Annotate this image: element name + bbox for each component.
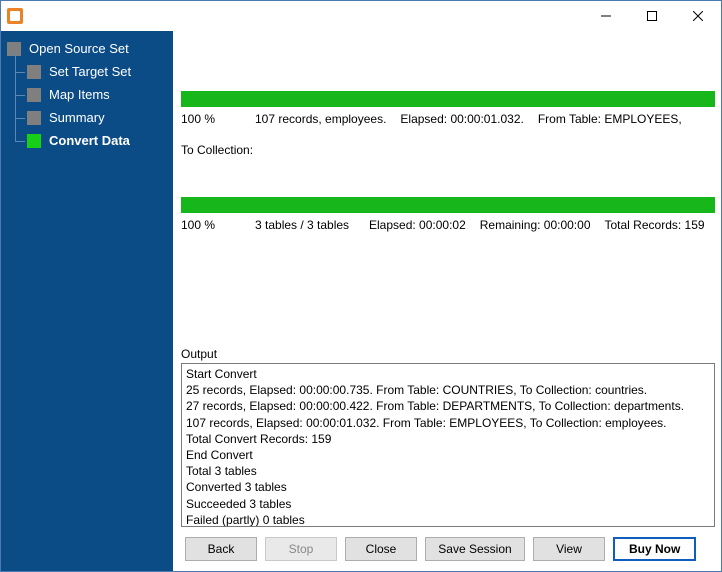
buy-now-button[interactable]: Buy Now (613, 537, 696, 561)
maximize-button[interactable] (629, 1, 675, 31)
table-progress-percent: 100 % (181, 111, 241, 128)
table-progress-stats: 100 % 107 records, employees. Elapsed: 0… (181, 111, 715, 159)
stop-button: Stop (265, 537, 337, 561)
view-button[interactable]: View (533, 537, 605, 561)
sidebar: Open Source Set Set Target Set Map Items… (1, 31, 173, 571)
sidebar-root-label: Open Source Set (29, 41, 129, 56)
table-progress-to: To Collection: (181, 142, 253, 159)
titlebar (1, 1, 721, 31)
table-progress-records: 107 records, employees. (255, 111, 386, 128)
sidebar-item-label: Set Target Set (49, 64, 131, 79)
overall-progress-total: Total Records: 159 (605, 217, 705, 234)
back-button[interactable]: Back (185, 537, 257, 561)
sidebar-item-summary[interactable]: Summary (27, 106, 167, 129)
sidebar-item-set-target-set[interactable]: Set Target Set (27, 60, 167, 83)
close-button-footer[interactable]: Close (345, 537, 417, 561)
table-progress-elapsed: Elapsed: 00:00:01.032. (400, 111, 523, 128)
step-indicator-icon (27, 88, 41, 102)
step-indicator-icon (27, 65, 41, 79)
sidebar-item-map-items[interactable]: Map Items (27, 83, 167, 106)
sidebar-item-label: Summary (49, 110, 105, 125)
overall-progress-stats: 100 % 3 tables / 3 tables Elapsed: 00:00… (181, 217, 715, 234)
overall-progress-elapsed: Elapsed: 00:00:02 (369, 217, 466, 234)
close-button[interactable] (675, 1, 721, 31)
overall-progress-percent: 100 % (181, 217, 241, 234)
step-indicator-icon (27, 134, 41, 148)
sidebar-item-label: Convert Data (49, 133, 130, 148)
table-progress-from: From Table: EMPLOYEES, (538, 111, 682, 128)
table-progress-bar (181, 91, 715, 107)
overall-progress-bar (181, 197, 715, 213)
output-box[interactable]: Start Convert 25 records, Elapsed: 00:00… (181, 363, 715, 527)
app-icon (7, 8, 23, 24)
sidebar-children: Set Target Set Map Items Summary Convert… (27, 60, 167, 152)
step-indicator-icon (27, 111, 41, 125)
sidebar-item-label: Map Items (49, 87, 110, 102)
progress-area: 100 % 107 records, employees. Elapsed: 0… (181, 37, 715, 235)
output-label: Output (181, 347, 715, 361)
main-panel: 100 % 107 records, employees. Elapsed: 0… (173, 31, 721, 571)
sidebar-item-convert-data[interactable]: Convert Data (27, 129, 167, 152)
overall-progress-remaining: Remaining: 00:00:00 (480, 217, 591, 234)
button-row: Back Stop Close Save Session View Buy No… (181, 527, 715, 565)
step-indicator-icon (7, 42, 21, 56)
content-area: Open Source Set Set Target Set Map Items… (1, 31, 721, 571)
minimize-button[interactable] (583, 1, 629, 31)
sidebar-root[interactable]: Open Source Set (7, 41, 167, 56)
save-session-button[interactable]: Save Session (425, 537, 525, 561)
overall-progress-tables: 3 tables / 3 tables (255, 217, 355, 234)
window-controls (583, 1, 721, 31)
